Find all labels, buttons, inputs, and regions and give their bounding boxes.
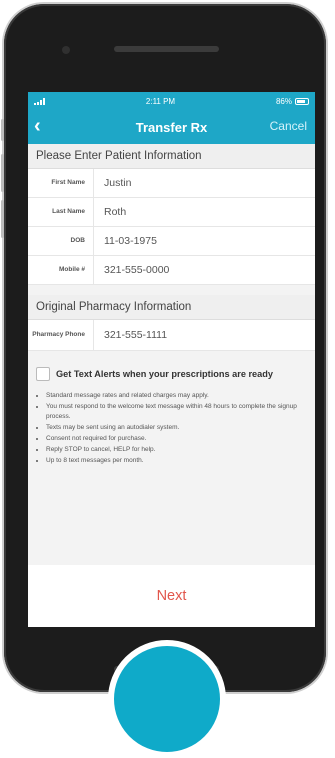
pharmacy-phone-field[interactable]: 321-555-1111 — [94, 329, 167, 341]
next-button[interactable]: Next — [157, 588, 187, 604]
text-alerts-label: Get Text Alerts when your prescriptions … — [56, 369, 273, 379]
mobile-row[interactable]: Mobile # 321-555-0000 — [28, 256, 315, 285]
phone-top-bezel — [4, 4, 326, 92]
last-name-field[interactable]: Roth — [94, 206, 126, 218]
list-item: Reply STOP to cancel, HELP for help. — [46, 445, 301, 455]
patient-form: First Name Justin Last Name Roth DOB 11-… — [28, 169, 315, 285]
pharmacy-phone-row[interactable]: Pharmacy Phone 321-555-1111 — [28, 320, 315, 351]
list-item: Up to 8 text messages per month. — [46, 456, 301, 466]
signal-icon — [34, 97, 45, 105]
dob-label: DOB — [28, 227, 94, 255]
list-item: You must respond to the welcome text mes… — [46, 402, 301, 422]
last-name-label: Last Name — [28, 198, 94, 226]
first-name-field[interactable]: Justin — [94, 177, 131, 189]
volume-down-button — [1, 200, 4, 238]
patient-section-header: Please Enter Patient Information — [28, 144, 315, 169]
pharmacy-form: Pharmacy Phone 321-555-1111 — [28, 320, 315, 351]
list-item: Standard message rates and related charg… — [46, 391, 301, 401]
text-alerts-checkbox[interactable] — [36, 367, 50, 381]
battery-percent: 86% — [275, 96, 292, 106]
mobile-field[interactable]: 321-555-0000 — [94, 264, 169, 276]
phone-frame: 2:11 PM 86% ‹ Transfer Rx Cancel Please … — [1, 4, 326, 692]
app-screen: 2:11 PM 86% ‹ Transfer Rx Cancel Please … — [28, 92, 315, 627]
footer: Next — [28, 565, 315, 627]
volume-up-button — [1, 154, 4, 192]
battery-icon — [295, 97, 309, 105]
decorative-circle — [108, 640, 226, 758]
dob-row[interactable]: DOB 11-03-1975 — [28, 227, 315, 256]
navigation-bar: ‹ Transfer Rx Cancel — [28, 110, 315, 144]
alerts-disclaimer-list: Standard message rates and related charg… — [28, 391, 315, 466]
last-name-row[interactable]: Last Name Roth — [28, 198, 315, 227]
mute-switch — [1, 119, 4, 141]
camera-icon — [62, 46, 70, 54]
cancel-button[interactable]: Cancel — [270, 119, 307, 133]
list-item: Texts may be sent using an autodialer sy… — [46, 423, 301, 433]
dob-field[interactable]: 11-03-1975 — [94, 235, 157, 247]
status-time: 2:11 PM — [145, 96, 176, 106]
pharmacy-phone-label: Pharmacy Phone — [28, 320, 94, 350]
first-name-row[interactable]: First Name Justin — [28, 169, 315, 198]
speaker-grille — [114, 46, 219, 52]
pharmacy-section-header: Original Pharmacy Information — [28, 295, 315, 320]
text-alerts-row[interactable]: Get Text Alerts when your prescriptions … — [28, 361, 315, 387]
chevron-left-icon[interactable]: ‹ — [34, 115, 41, 137]
mobile-label: Mobile # — [28, 256, 94, 284]
status-bar: 2:11 PM 86% — [28, 92, 315, 110]
list-item: Consent not required for purchase. — [46, 434, 301, 444]
first-name-label: First Name — [28, 169, 94, 197]
